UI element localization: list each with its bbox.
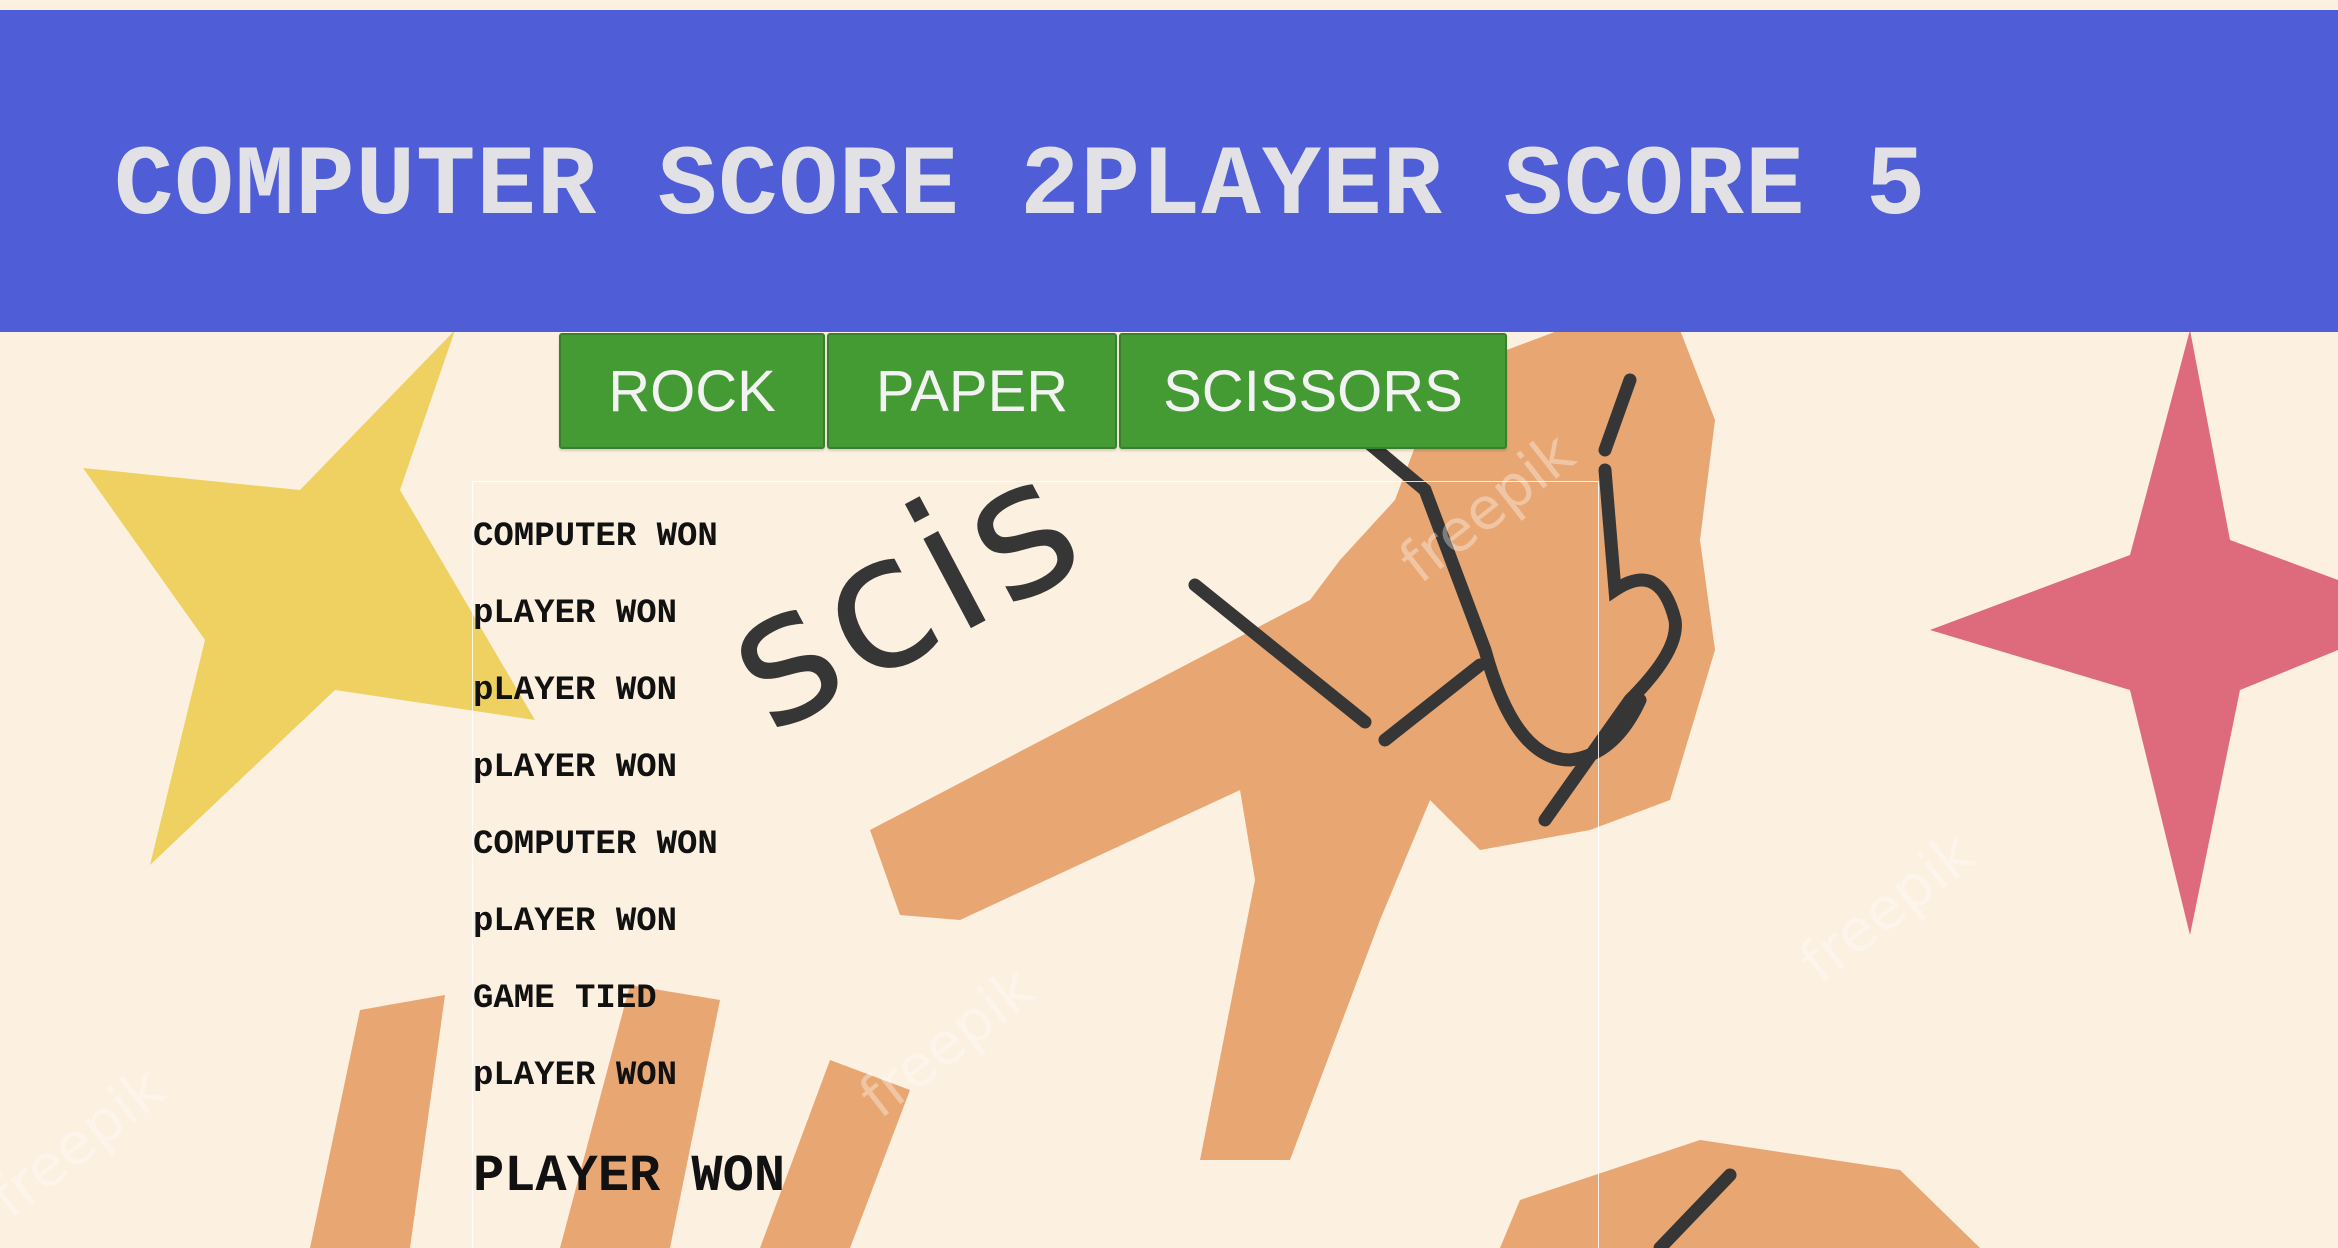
result-history-item: COMPUTER WON — [473, 518, 718, 556]
result-history-item: pLAYER WON — [473, 1057, 678, 1095]
player-score-value: 5 — [1865, 131, 1927, 243]
result-history-item: GAME TIED — [473, 980, 657, 1018]
rock-button[interactable]: ROCK — [559, 333, 825, 449]
pink-star-icon — [1930, 330, 2338, 935]
final-result: PLAYER WON — [473, 1147, 786, 1206]
result-history-item: pLAYER WON — [473, 672, 678, 710]
top-strip — [0, 0, 2338, 10]
results-panel: COMPUTER WON pLAYER WON pLAYER WON pLAYE… — [472, 481, 1599, 1248]
watermark-text: freepik — [0, 1054, 177, 1232]
player-score-label: PLAYER SCORE — [1080, 131, 1866, 243]
scoreboard: COMPUTER SCORE 2PLAYER SCORE 5 — [114, 132, 1926, 242]
yellow-star-icon — [83, 330, 535, 865]
computer-score-value: 2 — [1020, 131, 1081, 243]
result-history-item: pLAYER WON — [473, 749, 678, 787]
result-history-item: pLAYER WON — [473, 595, 678, 633]
choice-buttons: ROCK PAPER SCISSORS — [559, 333, 1507, 449]
scissors-button[interactable]: SCISSORS — [1119, 333, 1507, 449]
result-history-item: COMPUTER WON — [473, 826, 718, 864]
paper-button[interactable]: PAPER — [827, 333, 1117, 449]
watermark-text: freepik — [1787, 819, 1987, 997]
score-header: COMPUTER SCORE 2PLAYER SCORE 5 — [0, 10, 2338, 332]
computer-score-label: COMPUTER SCORE — [114, 131, 1021, 243]
result-history-item: pLAYER WON — [473, 903, 678, 941]
